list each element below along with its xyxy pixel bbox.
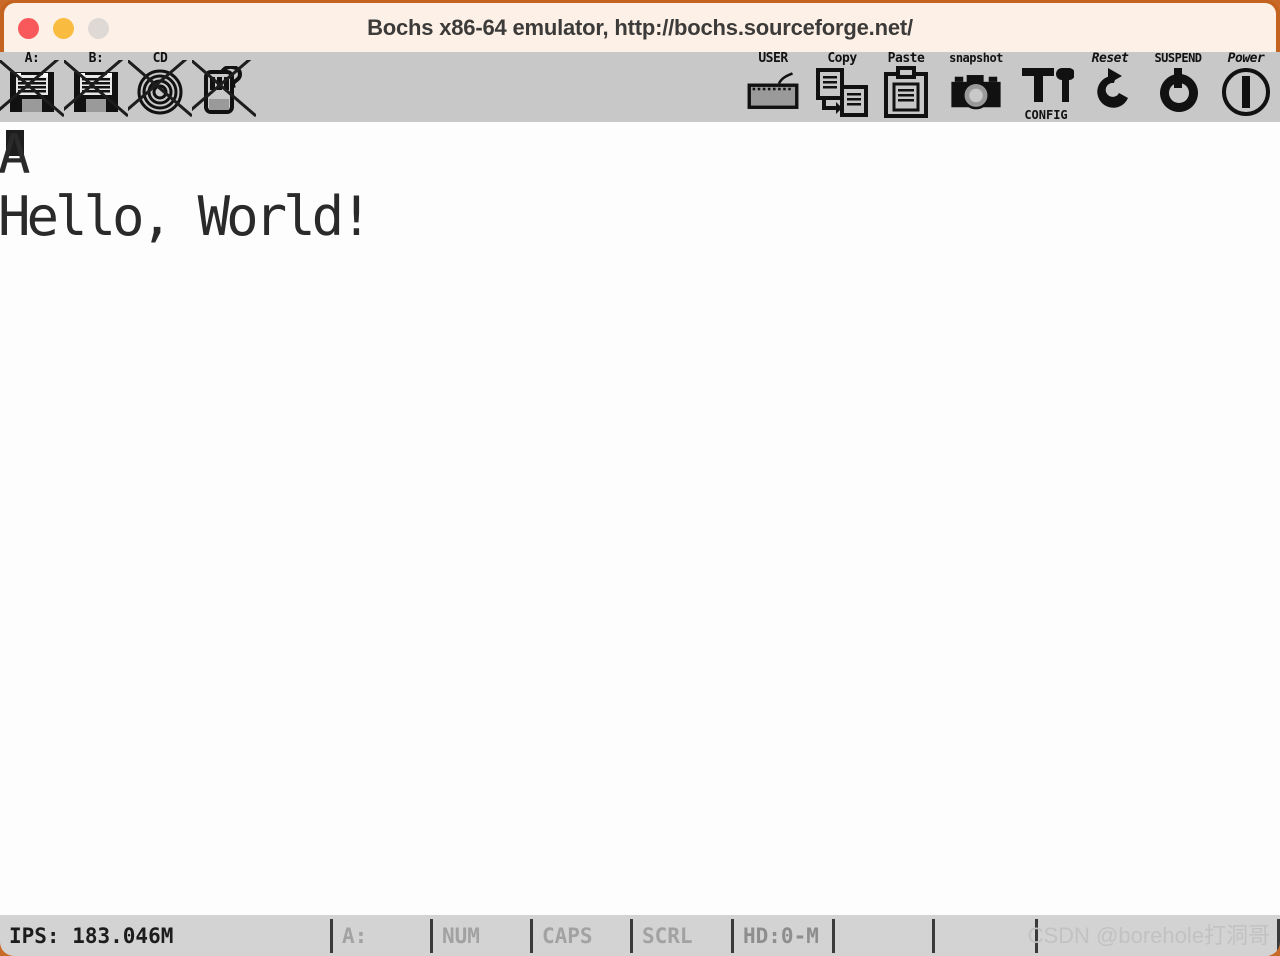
status-cell-scrl-label: SCRL (642, 923, 693, 948)
toolbar-power-button[interactable]: Power (1214, 52, 1278, 122)
console-line-1: A (0, 123, 30, 186)
copy-icon (816, 68, 868, 117)
toolbar-paste-button[interactable]: Paste (874, 52, 938, 122)
toolbar-config-label: CONFIG (1024, 108, 1068, 122)
toolbar-floppy-a-button[interactable]: A: (0, 52, 64, 122)
toolbar-snapshot-button[interactable]: snapshot (938, 52, 1014, 122)
close-button[interactable] (18, 18, 39, 39)
zoom-button[interactable] (88, 18, 109, 39)
status-cell-spacer (1038, 915, 1277, 956)
status-cell-empty-2 (935, 915, 1035, 956)
status-cell-scrl: SCRL (633, 915, 731, 956)
status-ips-label: IPS: 183.046M (9, 923, 174, 948)
minimize-button[interactable] (53, 18, 74, 39)
toolbar-floppy-a-label: A: (24, 52, 40, 66)
keyboard-icon (747, 72, 799, 109)
toolbar-user-label: USER (758, 52, 788, 66)
toolbar-cdrom-button[interactable]: CD (128, 52, 192, 122)
paste-icon (884, 66, 928, 118)
toolbar-copy-button[interactable]: Copy (810, 52, 874, 122)
bochs-toolbar: A: B: CD USER Copy Paste snapshot CONFIG… (0, 52, 1280, 122)
toolbar-user-button[interactable]: USER (736, 52, 810, 122)
console-line-2: Hello, World! (0, 185, 373, 248)
toolbar-floppy-b-button[interactable]: B: (64, 52, 128, 122)
floppy-drive-b-icon (74, 72, 118, 112)
toolbar-reset-label: Reset (1091, 52, 1129, 66)
status-cell-caps-label: CAPS (542, 923, 593, 948)
status-cell-num: NUM (433, 915, 530, 956)
toolbar-reset-button[interactable]: Reset (1078, 52, 1142, 122)
toolbar-power-label: Power (1227, 52, 1265, 66)
status-cell-floppy-a: A: (333, 915, 430, 956)
toolbar-suspend-label: SUSPEND (1154, 52, 1202, 65)
status-cell-hd-label: HD:0-M (743, 923, 819, 948)
status-cell-hd: HD:0-M (734, 915, 832, 956)
window-titlebar: Bochs x86-64 emulator, http://bochs.sour… (4, 3, 1276, 52)
status-cell-floppy-a-label: A: (342, 923, 368, 948)
window-title: Bochs x86-64 emulator, http://bochs.sour… (367, 14, 913, 40)
mouse-icon (204, 66, 243, 114)
window-controls (18, 18, 109, 39)
cdrom-icon (137, 69, 183, 115)
floppy-drive-a-icon (10, 72, 54, 112)
toolbar-suspend-button[interactable]: SUSPEND (1142, 52, 1214, 122)
camera-icon (951, 75, 1001, 110)
toolbar-paste-label: Paste (887, 52, 925, 66)
status-cell-caps: CAPS (533, 915, 630, 956)
status-bar: IPS: 183.046M A: NUM CAPS SCRL HD:0-M (0, 915, 1280, 956)
status-ips: IPS: 183.046M (0, 915, 330, 956)
toolbar-mouse-button[interactable] (192, 52, 256, 122)
vga-console[interactable]: A Hello, World! (0, 122, 1280, 915)
toolbar-copy-label: Copy (827, 52, 857, 66)
toolbar-left-group: A: B: CD (0, 52, 256, 122)
toolbar-config-button[interactable]: CONFIG (1014, 52, 1078, 122)
toolbar-right-group: USER Copy Paste snapshot CONFIG Reset SU… (736, 52, 1278, 122)
suspend-power-icon (1160, 68, 1198, 112)
status-cell-empty-1 (835, 915, 932, 956)
status-cell-num-label: NUM (442, 923, 480, 948)
toolbar-floppy-b-label: B: (88, 52, 104, 66)
bochs-window: Bochs x86-64 emulator, http://bochs.sour… (0, 0, 1280, 956)
toolbar-snapshot-label: snapshot (949, 52, 1003, 65)
toolbar-cdrom-label: CD (152, 52, 168, 66)
reset-arrow-icon (1097, 68, 1128, 108)
power-circle-icon (1222, 68, 1270, 116)
